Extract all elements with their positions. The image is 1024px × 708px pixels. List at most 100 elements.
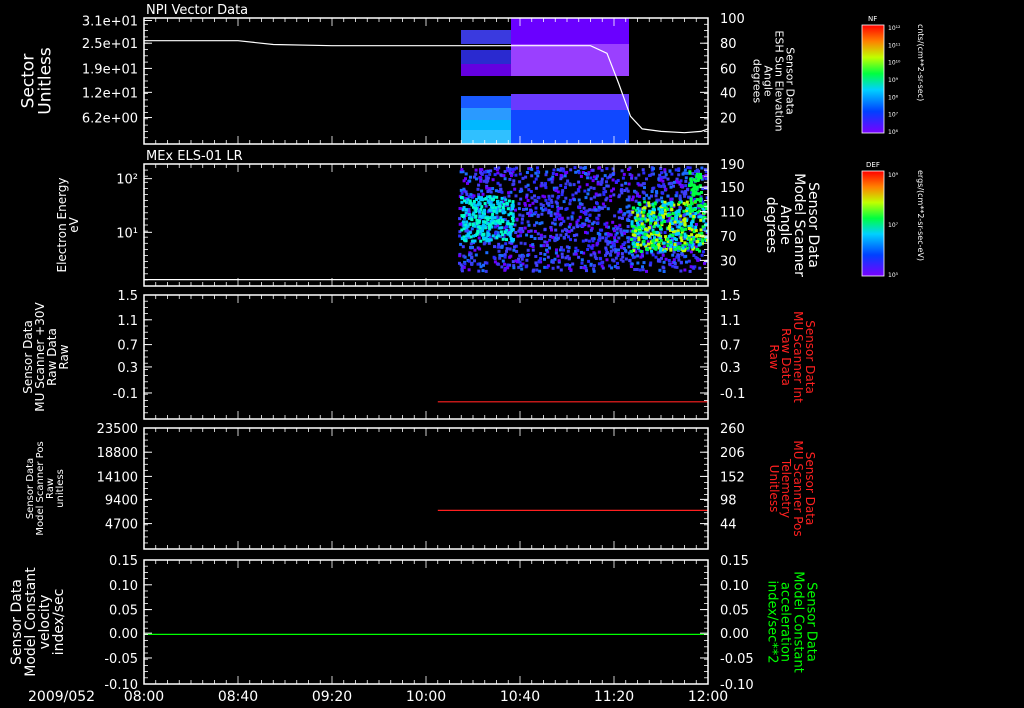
spectrogram-pixel [689, 206, 693, 210]
spectrogram-pixel [500, 265, 504, 269]
spectrogram-pixel [584, 230, 587, 234]
spectrogram-pixel [559, 233, 563, 237]
spectrogram-pixel [459, 188, 463, 192]
spectrogram-pixel [571, 193, 575, 197]
spectrogram-pixel [655, 191, 659, 195]
spectrogram-pixel [505, 201, 509, 205]
spectrogram-pixel [678, 196, 682, 200]
spectrogram-pixel [587, 188, 591, 192]
spectrogram-pixel [565, 245, 569, 249]
spectrogram-pixel [690, 180, 694, 184]
spectrogram-pixel [539, 233, 543, 237]
spectrogram-pixel [515, 217, 519, 221]
spectrogram-pixel [526, 199, 530, 202]
right-axis-title-line: index/sec**2 [765, 580, 780, 663]
spectrogram-pixel [476, 262, 480, 266]
spectrogram-pixel [677, 231, 681, 235]
left-axis-title-line: eV [67, 216, 81, 232]
spectrogram-pixel [536, 174, 540, 178]
spectrogram-pixel [552, 168, 556, 172]
spectrogram-pixel [616, 266, 620, 270]
spectrogram-pixel [577, 198, 581, 202]
spectrogram-pixel [540, 183, 544, 187]
spectrogram-pixel [459, 263, 463, 267]
spectrogram-pixel [602, 192, 606, 196]
spectrogram-pixel [568, 198, 572, 202]
spectrogram-pixel [504, 242, 508, 246]
spectrogram-pixel [587, 259, 591, 263]
colorbar-def-title: DEF [866, 161, 880, 169]
spectrogram-pixel [496, 231, 500, 235]
spectrogram-pixel [503, 230, 507, 234]
spectrogram-pixel [478, 176, 482, 179]
spectrogram-pixel [588, 208, 592, 212]
spectrogram-pixel [503, 177, 507, 181]
spectrogram-pixel [686, 212, 690, 216]
spectrogram-pixel [496, 171, 500, 175]
spectrogram-pixel [699, 228, 703, 232]
right-tick-label: 44 [720, 518, 737, 533]
spectrogram-pixel [550, 180, 554, 184]
spectrogram-pixel [521, 176, 525, 180]
spectrogram-pixel [662, 245, 666, 249]
spectrogram-pixel [654, 221, 658, 225]
left-tick-label: 0.00 [109, 627, 138, 642]
spectrogram-pixel [683, 241, 687, 245]
spectrogram-pixel [627, 182, 631, 186]
spectrogram-pixel [509, 237, 513, 240]
spectrogram-pixel [460, 200, 464, 204]
spectrogram-pixel [664, 235, 668, 239]
spectrogram-pixel [575, 220, 579, 224]
spectrogram-pixel [557, 259, 561, 263]
spectrogram-pixel [498, 183, 502, 187]
right-axis-title-line: Raw [767, 344, 781, 369]
spectrogram-pixel [671, 212, 675, 215]
spectrogram-pixel [636, 213, 640, 217]
spectrogram-pixel [496, 262, 500, 266]
panel-1-spectrogram [461, 18, 629, 144]
spectrogram-pixel [674, 194, 678, 198]
spectrogram-pixel [519, 187, 523, 191]
spectrogram-pixel [653, 202, 657, 206]
panel-1-right-label: Sensor DataESH Sun ElevationAngledegrees [751, 30, 797, 131]
spectrogram-pixel [518, 180, 522, 184]
spectrogram-pixel [486, 190, 490, 193]
spectrogram-pixel [692, 193, 696, 197]
spectrogram-pixel [598, 193, 602, 197]
spectrogram-pixel [538, 269, 542, 273]
spectrogram-pixel [466, 198, 470, 202]
spectrogram-pixel [482, 236, 485, 240]
right-tick-label: 152 [720, 470, 745, 485]
spectrogram-pixel [539, 202, 543, 206]
spectrogram-pixel [553, 257, 557, 261]
spectrogram-pixel [536, 166, 539, 170]
spectrogram-pixel [491, 221, 495, 225]
spectrogram-pixel [695, 247, 699, 251]
spectrogram-pixel [480, 205, 484, 209]
spectrogram-pixel [499, 230, 503, 234]
spectrogram-pixel [679, 260, 683, 264]
spectrogram-pixel [587, 224, 591, 228]
spectrogram-block [461, 30, 511, 44]
spectrogram-pixel [524, 265, 528, 269]
spectrogram-pixel [697, 176, 701, 180]
spectrogram-pixel [555, 215, 559, 219]
spectrogram-pixel [517, 207, 521, 211]
spectrogram-pixel [572, 198, 576, 202]
spectrogram-pixel [655, 218, 659, 222]
spectrogram-pixel [694, 234, 698, 238]
panel-5-left-label: Sensor DataModel Constantvelocityindex/s… [9, 567, 67, 677]
spectrogram-pixel [501, 206, 505, 209]
spectrogram-pixel [566, 249, 570, 253]
spectrogram-pixel [543, 257, 546, 261]
spectrogram-pixel [645, 269, 648, 273]
time-tick-label: 08:40 [218, 689, 258, 705]
left-tick-label: 4700 [105, 518, 138, 533]
left-tick-label: 10¹ [116, 226, 138, 241]
spectrogram-pixel [525, 193, 529, 197]
spectrogram-pixel [560, 193, 564, 197]
spectrogram-pixel [615, 227, 619, 231]
spectrogram-pixel [479, 179, 483, 183]
spectrogram-pixel [518, 227, 522, 230]
spectrogram-pixel [545, 170, 549, 174]
